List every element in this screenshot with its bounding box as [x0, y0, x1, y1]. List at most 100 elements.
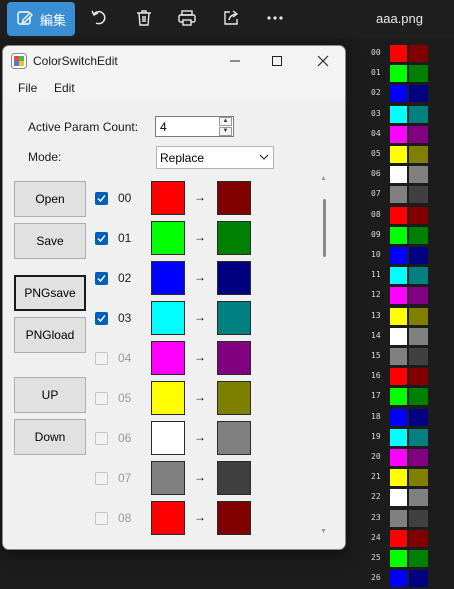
enable-checkbox[interactable] [95, 472, 108, 485]
source-color-swatch[interactable] [151, 261, 185, 295]
source-color-swatch[interactable] [151, 341, 185, 375]
enable-checkbox[interactable] [95, 192, 108, 205]
preview-target-swatch [409, 166, 428, 184]
preview-row-number: 07 [371, 189, 381, 199]
preview-target-swatch [409, 428, 428, 446]
param-index: 06 [118, 431, 132, 445]
enable-checkbox[interactable] [95, 232, 108, 245]
scroll-down-icon[interactable]: ▼ [320, 528, 327, 535]
target-color-swatch[interactable] [217, 181, 251, 215]
preview-source-swatch [390, 449, 407, 466]
preview-source-swatch [390, 125, 407, 143]
preview-row-number: 14 [371, 330, 381, 340]
preview-row-number: 06 [371, 169, 381, 179]
target-color-swatch[interactable] [217, 461, 251, 495]
source-color-swatch[interactable] [151, 461, 185, 495]
scroll-up-icon[interactable]: ▲ [320, 175, 327, 182]
source-color-swatch[interactable] [151, 381, 185, 415]
scroll-thumb[interactable] [323, 199, 326, 257]
preview-row: 06 [365, 166, 454, 184]
preview-source-swatch [390, 489, 407, 507]
preview-source-swatch [390, 428, 407, 446]
mode-select[interactable]: Replace [156, 146, 274, 169]
save-button[interactable]: Save [14, 223, 86, 259]
preview-source-swatch [390, 287, 407, 305]
enable-checkbox[interactable] [95, 312, 108, 325]
preview-row-number: 01 [371, 68, 381, 78]
menu-edit[interactable]: Edit [54, 81, 75, 95]
preview-source-swatch [390, 65, 407, 83]
more-icon[interactable] [264, 7, 286, 29]
target-color-swatch[interactable] [217, 501, 251, 535]
preview-row-number: 09 [371, 229, 381, 239]
minimize-button[interactable] [214, 46, 256, 76]
source-color-swatch[interactable] [151, 301, 185, 335]
preview-source-swatch [390, 348, 407, 365]
preview-target-swatch [409, 105, 428, 123]
enable-checkbox[interactable] [95, 512, 108, 525]
target-color-swatch[interactable] [217, 421, 251, 455]
preview-target-swatch [409, 226, 428, 244]
preview-row-number: 11 [371, 270, 381, 280]
preview-source-swatch [390, 206, 407, 224]
preview-row: 20 [365, 449, 454, 466]
close-button[interactable] [302, 46, 344, 76]
menu-file[interactable]: File [18, 81, 37, 95]
color-param-row: 07 → [93, 461, 333, 497]
preview-row-number: 17 [371, 391, 381, 401]
preview-row-number: 23 [371, 512, 381, 522]
enable-checkbox[interactable] [95, 352, 108, 365]
open-button[interactable]: Open [14, 181, 86, 217]
preview-row: 24 [365, 529, 454, 547]
preview-source-swatch [390, 509, 407, 527]
preview-row-number: 19 [371, 431, 381, 441]
target-color-swatch[interactable] [217, 341, 251, 375]
preview-row-number: 08 [371, 209, 381, 219]
enable-checkbox[interactable] [95, 392, 108, 405]
preview-row: 04 [365, 125, 454, 143]
preview-row: 00 [365, 45, 454, 62]
source-color-swatch[interactable] [151, 501, 185, 535]
preview-row: 08 [365, 206, 454, 224]
maximize-button[interactable] [256, 46, 298, 76]
list-scrollbar[interactable]: ▲ ▼ [318, 175, 330, 535]
preview-target-swatch [409, 146, 428, 163]
enable-checkbox[interactable] [95, 432, 108, 445]
target-color-swatch[interactable] [217, 261, 251, 295]
preview-row: 14 [365, 327, 454, 345]
app-icon [11, 53, 27, 69]
preview-row: 12 [365, 287, 454, 305]
enable-checkbox[interactable] [95, 272, 108, 285]
source-color-swatch[interactable] [151, 421, 185, 455]
share-icon[interactable] [220, 7, 242, 29]
preview-target-swatch [409, 469, 428, 487]
preview-target-swatch [409, 267, 428, 285]
arrow-right-icon: → [194, 230, 206, 244]
png-save-button[interactable]: PNGsave [14, 275, 86, 311]
spin-down-button[interactable]: ▼ [219, 127, 232, 136]
source-color-swatch[interactable] [151, 181, 185, 215]
preview-target-swatch [409, 368, 428, 386]
source-color-swatch[interactable] [151, 221, 185, 255]
preview-row-number: 26 [371, 573, 381, 583]
edit-icon [16, 9, 34, 30]
target-color-swatch[interactable] [217, 301, 251, 335]
arrow-right-icon: → [194, 390, 206, 404]
delete-icon[interactable] [133, 7, 155, 29]
edit-button[interactable]: 編集 [7, 2, 75, 36]
param-index: 01 [118, 231, 132, 245]
print-icon[interactable] [176, 7, 198, 29]
spin-up-button[interactable]: ▲ [219, 117, 232, 126]
up-button[interactable]: UP [14, 377, 86, 413]
preview-row-number: 10 [371, 250, 381, 259]
rotate-icon[interactable] [88, 7, 110, 29]
mode-label: Mode: [28, 150, 62, 164]
target-color-swatch[interactable] [217, 381, 251, 415]
png-load-button[interactable]: PNGload [14, 317, 86, 353]
preview-source-swatch [390, 368, 407, 386]
target-color-swatch[interactable] [217, 221, 251, 255]
preview-target-swatch [409, 65, 428, 83]
down-button[interactable]: Down [14, 419, 86, 455]
preview-row-number: 18 [371, 411, 381, 421]
preview-target-swatch [409, 287, 428, 305]
